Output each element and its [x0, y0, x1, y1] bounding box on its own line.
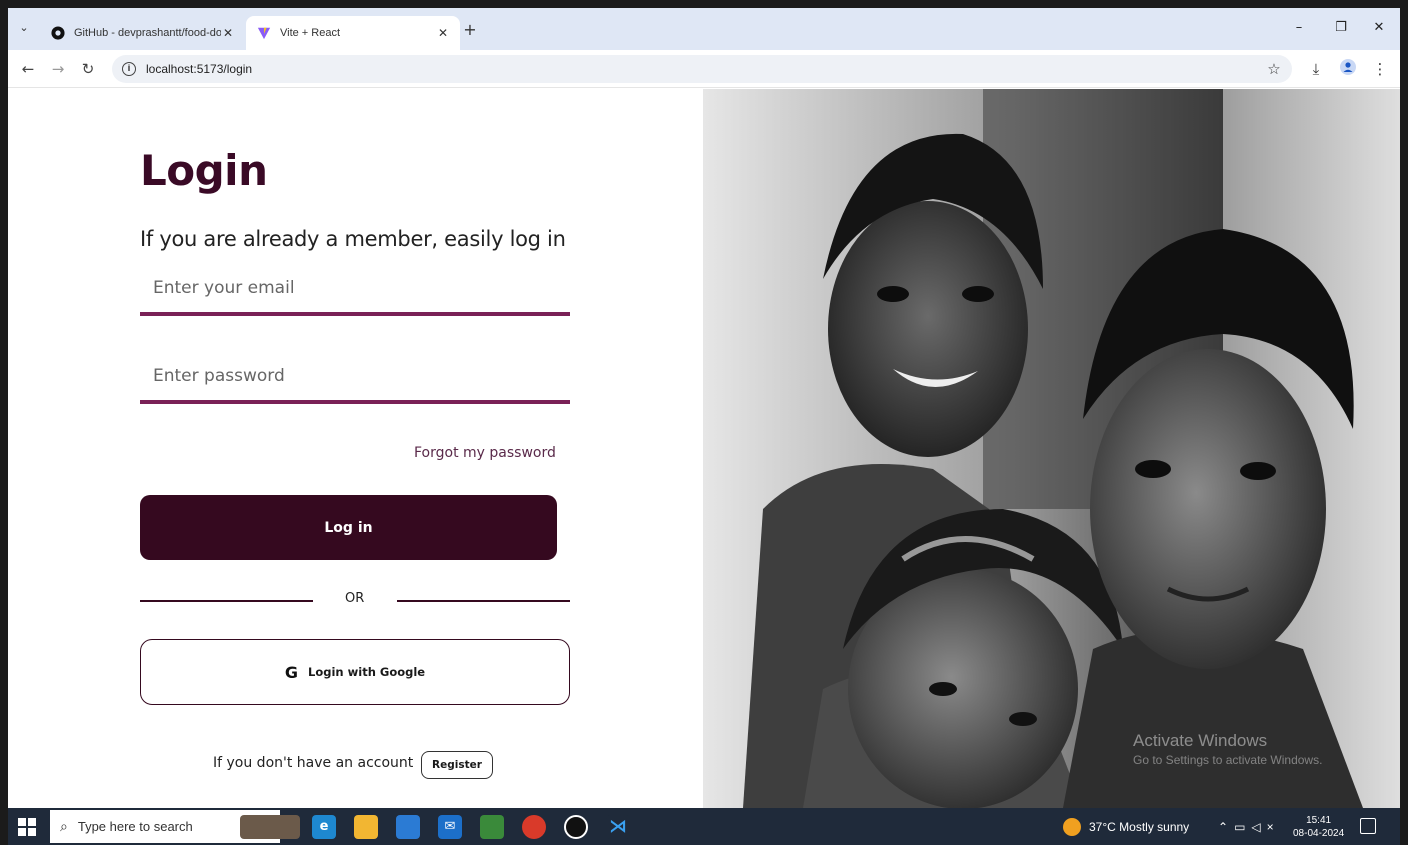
hero-image: Activate Windows Go to Settings to activ…	[703, 89, 1400, 808]
weather-widget[interactable]: 37°C Mostly sunny	[1063, 808, 1189, 845]
close-window-icon[interactable]: ✕	[1366, 18, 1392, 38]
register-button[interactable]: Register	[421, 751, 493, 779]
close-icon[interactable]: ✕	[436, 26, 450, 40]
menu-icon[interactable]: ⋮	[1370, 59, 1390, 79]
github-icon	[50, 25, 66, 41]
google-login-button[interactable]: G Login with Google	[140, 639, 570, 705]
weather-text: 37°C Mostly sunny	[1089, 819, 1190, 834]
mail-icon[interactable]: ✉	[438, 815, 462, 839]
windows-start-icon[interactable]	[18, 818, 36, 836]
star-icon[interactable]: ☆	[1264, 59, 1284, 79]
email-field[interactable]	[140, 264, 570, 316]
activate-windows-title: Activate Windows	[1133, 731, 1268, 750]
page-title: Login	[140, 146, 268, 195]
taskbar-search-placeholder: Type here to search	[77, 819, 193, 834]
clock-time: 15:41	[1306, 814, 1332, 826]
login-subtitle: If you are already a member, easily log …	[140, 227, 566, 251]
minimize-icon[interactable]: –	[1286, 18, 1312, 38]
chrome-icon[interactable]	[522, 815, 546, 839]
reload-icon[interactable]: ↻	[78, 59, 98, 79]
close-icon[interactable]: ✕	[221, 26, 235, 40]
tab-title: GitHub - devprashantt/food-do	[74, 27, 221, 39]
clock[interactable]: 15:41 08-04-2024	[1293, 808, 1344, 845]
page-content: Login If you are already a member, easil…	[8, 89, 1400, 808]
tab-github[interactable]: GitHub - devprashantt/food-do ✕	[40, 16, 245, 50]
edge-icon[interactable]: e	[312, 815, 336, 839]
store-icon[interactable]	[396, 815, 420, 839]
tab-strip: ⌄ GitHub - devprashantt/food-do ✕ Vite +…	[8, 8, 1400, 50]
children-photo	[703, 89, 1400, 808]
file-explorer-icon[interactable]	[354, 815, 378, 839]
search-highlight-icon[interactable]	[240, 815, 300, 839]
taskbar: ⌕ Type here to search e ✉ ⋊ 37°C Mostly …	[8, 808, 1400, 845]
app-icon[interactable]	[480, 815, 504, 839]
tab-search-icon[interactable]: ⌄	[14, 18, 34, 38]
login-button[interactable]: Log in	[140, 495, 557, 560]
no-account-text: If you don't have an account	[213, 755, 414, 771]
activate-windows-subtitle: Go to Settings to activate Windows.	[1133, 753, 1323, 767]
chevron-up-icon[interactable]: ⌃	[1218, 820, 1234, 834]
tab-vite-react[interactable]: Vite + React ✕	[246, 16, 460, 50]
divider-line	[397, 600, 570, 602]
google-login-label: Login with Google	[308, 665, 426, 679]
system-tray[interactable]: ⌃ ▭ ◁×	[1218, 808, 1280, 845]
profile-icon[interactable]	[1338, 59, 1358, 79]
back-icon[interactable]: ←	[18, 59, 38, 79]
vite-icon	[256, 25, 272, 41]
browser-toolbar: ← → ↻ i localhost:5173/login ☆ ⤓ ⋮	[8, 50, 1400, 88]
password-field[interactable]	[140, 352, 570, 404]
address-bar[interactable]: i localhost:5173/login	[112, 55, 1292, 83]
new-tab-button[interactable]: +	[460, 20, 480, 40]
volume-icon[interactable]: ◁×	[1251, 820, 1279, 834]
or-divider: OR	[140, 591, 570, 606]
tab-title: Vite + React	[280, 27, 341, 39]
forward-icon[interactable]: →	[48, 59, 68, 79]
vscode-icon[interactable]: ⋊	[606, 815, 630, 839]
forgot-password-link[interactable]: Forgot my password	[414, 445, 556, 461]
google-icon: G	[284, 662, 299, 682]
browser-window: ⌄ GitHub - devprashantt/food-do ✕ Vite +…	[8, 8, 1400, 808]
network-icon[interactable]: ▭	[1234, 820, 1251, 834]
divider-line	[140, 600, 313, 602]
search-icon: ⌕	[60, 818, 68, 834]
notification-icon[interactable]	[1360, 818, 1376, 834]
url-text: localhost:5173/login	[146, 62, 253, 76]
app-icon[interactable]	[564, 815, 588, 839]
restore-icon[interactable]: ❐	[1328, 18, 1354, 38]
info-icon[interactable]: i	[122, 62, 136, 76]
or-label: OR	[345, 591, 365, 606]
login-panel: Login If you are already a member, easil…	[8, 89, 703, 808]
download-icon[interactable]: ⤓	[1306, 59, 1326, 79]
weather-icon	[1063, 817, 1081, 836]
clock-date: 08-04-2024	[1293, 827, 1345, 839]
